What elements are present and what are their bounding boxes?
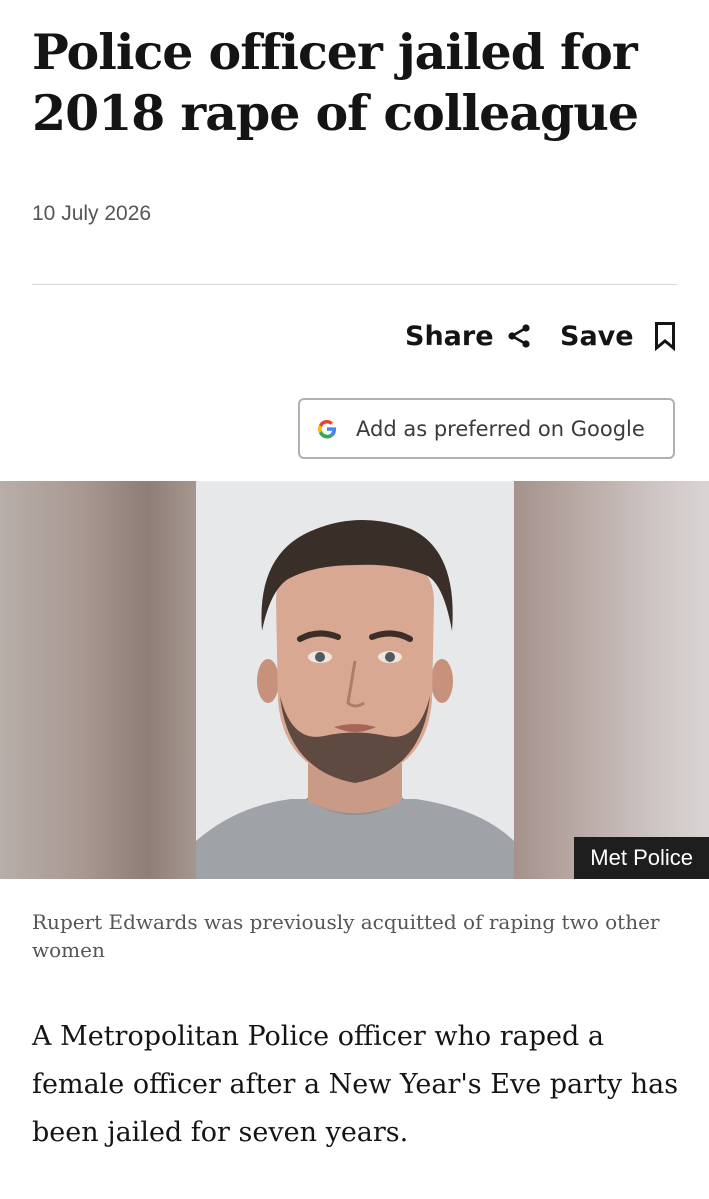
- image-credit: Met Police: [574, 837, 709, 879]
- google-button-label: Add as preferred on Google: [356, 416, 645, 441]
- share-label: Share: [405, 320, 494, 352]
- share-icon: [506, 323, 532, 349]
- google-g-icon: [316, 418, 338, 440]
- article-headline: Police officer jailed for 2018 rape of c…: [32, 23, 639, 142]
- save-button[interactable]: Save: [560, 314, 676, 358]
- article-lede: A Metropolitan Police officer who raped …: [32, 1021, 679, 1148]
- save-label: Save: [560, 320, 634, 352]
- share-button[interactable]: Share: [405, 314, 532, 358]
- add-preferred-google-button[interactable]: Add as preferred on Google: [298, 398, 675, 459]
- divider: [32, 284, 677, 285]
- article-date: 10 July 2026: [32, 202, 152, 225]
- image-caption: Rupert Edwards was previously acquitted …: [32, 910, 660, 962]
- bookmark-icon: [654, 321, 676, 351]
- custody-photo: [196, 481, 514, 879]
- article-image: Met Police: [0, 481, 709, 879]
- blurred-background-right: [514, 481, 709, 879]
- blurred-background-left: [0, 481, 196, 879]
